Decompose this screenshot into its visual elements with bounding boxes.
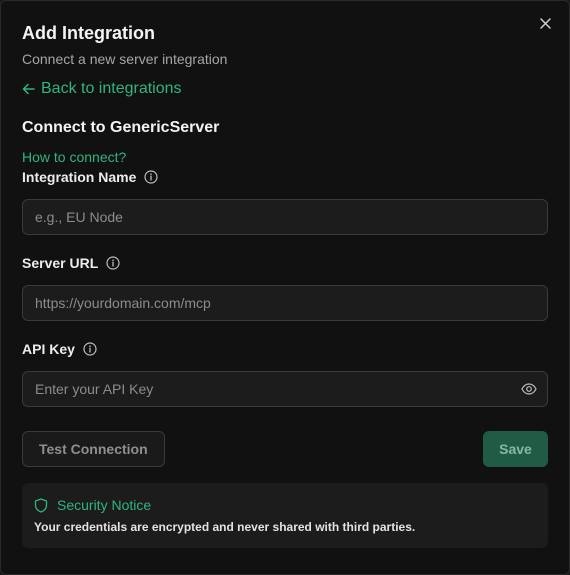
integration-name-input[interactable] (22, 199, 548, 235)
how-to-connect-link[interactable]: How to connect? (22, 148, 547, 166)
action-buttons: Test Connection Save (22, 431, 548, 467)
add-integration-dialog: Add Integration Connect a new server int… (0, 0, 570, 575)
arrow-left-icon (22, 83, 35, 95)
security-notice-title: Security Notice (57, 497, 152, 513)
test-connection-button[interactable]: Test Connection (22, 431, 165, 467)
back-link-label: Back to integrations (41, 80, 182, 97)
api-key-input[interactable] (22, 371, 548, 407)
security-notice: Security Notice Your credentials are enc… (22, 483, 548, 548)
info-icon[interactable] (106, 256, 120, 270)
server-url-label: Server URL (22, 255, 99, 271)
close-button[interactable] (537, 15, 553, 31)
back-to-integrations-link[interactable]: Back to integrations (22, 78, 182, 100)
server-url-input[interactable] (22, 285, 548, 321)
close-icon (539, 17, 551, 29)
api-key-field-wrap (22, 371, 548, 407)
security-notice-header: Security Notice (34, 496, 536, 514)
dialog-title: Add Integration (22, 23, 155, 43)
security-notice-text: Your credentials are encrypted and never… (34, 520, 416, 534)
server-url-field-wrap (22, 285, 548, 321)
save-button[interactable]: Save (483, 431, 548, 467)
eye-icon[interactable] (521, 381, 537, 402)
api-key-label-row: API Key (22, 340, 547, 358)
shield-icon (34, 497, 48, 513)
info-icon[interactable] (144, 170, 158, 184)
dialog-subtitle: Connect a new server integration (22, 51, 228, 67)
api-key-label: API Key (22, 341, 75, 357)
section-title: Connect to GenericServer (22, 119, 220, 136)
integration-name-field-wrap (22, 199, 548, 235)
integration-name-label: Integration Name (22, 169, 137, 185)
integration-name-label-row: Integration Name (22, 168, 547, 186)
server-url-label-row: Server URL (22, 254, 547, 272)
info-icon[interactable] (83, 342, 97, 356)
